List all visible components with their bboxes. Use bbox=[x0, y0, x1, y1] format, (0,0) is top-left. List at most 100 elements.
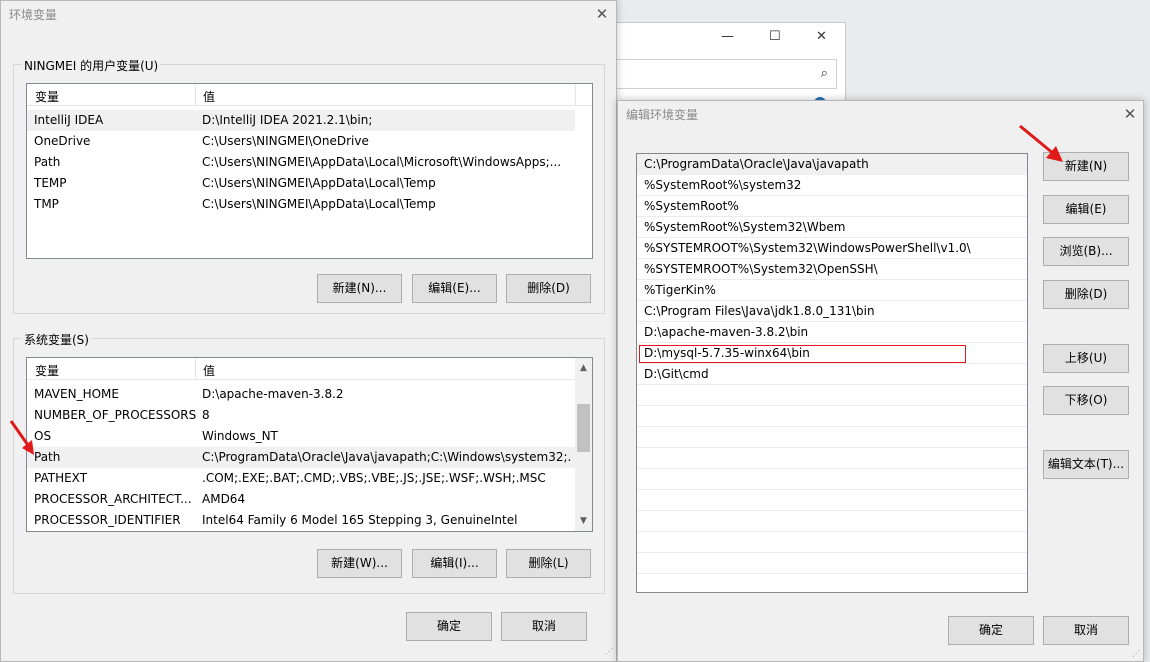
resize-grip-icon[interactable]: ⋰ bbox=[605, 647, 613, 656]
scrollbar-thumb[interactable] bbox=[577, 404, 590, 452]
var-name: PROCESSOR_IDENTIFIER bbox=[34, 513, 181, 527]
var-value: D:\apache-maven-3.8.2 bbox=[202, 387, 344, 401]
path-text: %SystemRoot%\System32\Wbem bbox=[644, 220, 846, 234]
var-name: Path bbox=[34, 450, 61, 464]
column-header-value[interactable]: 值 bbox=[203, 88, 215, 105]
path-delete-button[interactable]: 删除(D) bbox=[1043, 280, 1129, 309]
table-row[interactable]: TMP C:\Users\NINGMEI\AppData\Local\Temp bbox=[27, 194, 575, 215]
explorer-search-input[interactable]: ⌕ bbox=[601, 59, 837, 89]
list-item[interactable]: %TigerKin% bbox=[637, 280, 1027, 301]
path-text: %SYSTEMROOT%\System32\OpenSSH\ bbox=[644, 262, 878, 276]
var-value: Windows_NT bbox=[202, 429, 278, 443]
table-row[interactable]: OneDrive C:\Users\NINGMEI\OneDrive bbox=[27, 131, 575, 152]
empty-row bbox=[637, 532, 1027, 553]
var-value: Intel64 Family 6 Model 165 Stepping 3, G… bbox=[202, 513, 518, 527]
annotation-arrow-icon bbox=[9, 420, 34, 455]
path-browse-button[interactable]: 浏览(B)... bbox=[1043, 237, 1129, 266]
path-text: %TigerKin% bbox=[644, 283, 716, 297]
var-value: AMD64 bbox=[202, 492, 246, 506]
system-vars-scrollbar[interactable]: ▲ ▼ bbox=[575, 358, 592, 531]
var-value: C:\Users\NINGMEI\AppData\Local\Temp bbox=[202, 197, 436, 211]
empty-row bbox=[637, 511, 1027, 532]
column-header-variable[interactable]: 变量 bbox=[35, 88, 59, 105]
var-value: 8 bbox=[202, 408, 210, 422]
system-edit-button[interactable]: 编辑(I)... bbox=[412, 549, 497, 578]
table-row[interactable]: PROCESSOR_ARCHITECT... AMD64 bbox=[27, 489, 575, 510]
table-row[interactable]: OS Windows_NT bbox=[27, 426, 575, 447]
user-edit-button[interactable]: 编辑(E)... bbox=[412, 274, 497, 303]
table-row[interactable]: Path C:\Users\NINGMEI\AppData\Local\Micr… bbox=[27, 152, 575, 173]
empty-row bbox=[637, 406, 1027, 427]
var-name: PROCESSOR_ARCHITECT... bbox=[34, 492, 192, 506]
scroll-up-icon[interactable]: ▲ bbox=[575, 360, 592, 377]
edit-cancel-button[interactable]: 取消 bbox=[1043, 616, 1129, 645]
var-value: C:\Users\NINGMEI\OneDrive bbox=[202, 134, 369, 148]
list-item[interactable]: %SystemRoot%\system32 bbox=[637, 175, 1027, 196]
env-vars-dialog: 环境变量 ✕ NINGMEI 的用户变量(U) 变量 值 IntelliJ ID… bbox=[0, 0, 617, 662]
list-item[interactable]: D:\Git\cmd bbox=[637, 364, 1027, 385]
path-text: D:\apache-maven-3.8.2\bin bbox=[644, 325, 809, 339]
empty-row bbox=[637, 469, 1027, 490]
system-delete-button[interactable]: 删除(L) bbox=[506, 549, 591, 578]
var-name: PATHEXT bbox=[34, 471, 88, 485]
table-row[interactable]: PATHEXT .COM;.EXE;.BAT;.CMD;.VBS;.VBE;.J… bbox=[27, 468, 575, 489]
resize-grip-icon[interactable]: ⋰ bbox=[1132, 649, 1140, 658]
user-vars-list[interactable]: 变量 值 IntelliJ IDEA D:\IntelliJ IDEA 2021… bbox=[26, 83, 593, 259]
path-entries-list[interactable]: C:\ProgramData\Oracle\Java\javapath %Sys… bbox=[636, 153, 1028, 593]
var-value: C:\Users\NINGMEI\AppData\Local\Microsoft… bbox=[202, 155, 562, 169]
system-new-button[interactable]: 新建(W)... bbox=[317, 549, 402, 578]
empty-row bbox=[637, 385, 1027, 406]
table-row[interactable]: NUMBER_OF_PROCESSORS 8 bbox=[27, 405, 575, 426]
close-icon[interactable]: ✕ bbox=[1115, 101, 1145, 129]
close-icon[interactable]: ✕ bbox=[816, 29, 827, 44]
cancel-button[interactable]: 取消 bbox=[501, 612, 587, 641]
var-value: C:\Users\NINGMEI\AppData\Local\Temp bbox=[202, 176, 436, 190]
table-row[interactable]: MAVEN_HOME D:\apache-maven-3.8.2 bbox=[27, 384, 575, 405]
var-name: OS bbox=[34, 429, 52, 443]
user-delete-button[interactable]: 删除(D) bbox=[506, 274, 591, 303]
list-item[interactable]: C:\Program Files\Java\jdk1.8.0_131\bin bbox=[637, 301, 1027, 322]
list-item[interactable]: %SystemRoot% bbox=[637, 196, 1027, 217]
arrow-shaft bbox=[1019, 124, 1055, 156]
table-row[interactable]: PROCESSOR_IDENTIFIER Intel64 Family 6 Mo… bbox=[27, 510, 575, 531]
list-item[interactable]: C:\ProgramData\Oracle\Java\javapath bbox=[637, 154, 1027, 175]
path-move-up-button[interactable]: 上移(U) bbox=[1043, 344, 1129, 373]
user-vars-label: NINGMEI 的用户变量(U) bbox=[22, 57, 161, 74]
path-move-down-button[interactable]: 下移(O) bbox=[1043, 386, 1129, 415]
empty-row bbox=[637, 490, 1027, 511]
path-text: %SYSTEMROOT%\System32\WindowsPowerShell\… bbox=[644, 241, 971, 255]
path-text: C:\ProgramData\Oracle\Java\javapath bbox=[644, 157, 869, 171]
scroll-down-icon[interactable]: ▼ bbox=[575, 513, 592, 530]
path-edit-button[interactable]: 编辑(E) bbox=[1043, 195, 1129, 224]
path-text: %SystemRoot%\system32 bbox=[644, 178, 802, 192]
edit-ok-button[interactable]: 确定 bbox=[948, 616, 1034, 645]
maximize-icon[interactable]: ☐ bbox=[769, 29, 781, 44]
var-value: C:\ProgramData\Oracle\Java\javapath;C:\W… bbox=[202, 450, 572, 464]
table-row[interactable]: Path C:\ProgramData\Oracle\Java\javapath… bbox=[27, 447, 575, 468]
user-new-button[interactable]: 新建(N)... bbox=[317, 274, 402, 303]
list-item[interactable]: %SYSTEMROOT%\System32\WindowsPowerShell\… bbox=[637, 238, 1027, 259]
dialog-title: 环境变量 bbox=[9, 8, 58, 22]
list-header: 变量 值 bbox=[27, 358, 592, 380]
close-icon[interactable]: ✕ bbox=[587, 1, 617, 29]
list-item[interactable]: %SYSTEMROOT%\System32\OpenSSH\ bbox=[637, 259, 1027, 280]
minimize-icon[interactable]: — bbox=[721, 29, 734, 44]
arrow-head bbox=[22, 440, 34, 455]
column-header-variable[interactable]: 变量 bbox=[35, 362, 59, 379]
system-vars-list[interactable]: 变量 值 MAVEN_HOME D:\apache-maven-3.8.2 NU… bbox=[26, 357, 593, 532]
column-separator bbox=[195, 84, 196, 106]
ok-button[interactable]: 确定 bbox=[406, 612, 492, 641]
table-row[interactable]: IntelliJ IDEA D:\IntelliJ IDEA 2021.2.1\… bbox=[27, 110, 575, 131]
edit-text-button[interactable]: 编辑文本(T)... bbox=[1043, 450, 1129, 479]
table-row[interactable]: TEMP C:\Users\NINGMEI\AppData\Local\Temp bbox=[27, 173, 575, 194]
column-header-value[interactable]: 值 bbox=[203, 362, 215, 379]
list-item[interactable]: %SystemRoot%\System32\Wbem bbox=[637, 217, 1027, 238]
empty-row bbox=[637, 427, 1027, 448]
list-header: 变量 值 bbox=[27, 84, 592, 106]
column-separator bbox=[575, 84, 576, 106]
dialog-title: 编辑环境变量 bbox=[626, 108, 699, 122]
list-item[interactable]: D:\apache-maven-3.8.2\bin bbox=[637, 322, 1027, 343]
path-text: C:\Program Files\Java\jdk1.8.0_131\bin bbox=[644, 304, 875, 318]
var-value: D:\IntelliJ IDEA 2021.2.1\bin; bbox=[202, 113, 373, 127]
path-text: D:\Git\cmd bbox=[644, 367, 709, 381]
